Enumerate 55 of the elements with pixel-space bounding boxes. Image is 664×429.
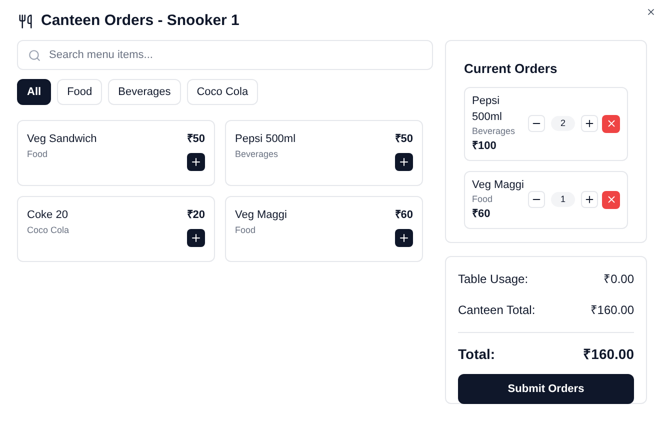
total-value: ₹160.00 xyxy=(583,345,634,364)
item-category: Food xyxy=(235,224,257,236)
close-icon[interactable] xyxy=(646,7,656,17)
decrease-button[interactable] xyxy=(528,115,545,132)
item-price: ₹50 xyxy=(186,132,205,147)
item-name: Veg Sandwich xyxy=(27,132,97,147)
filter-tab[interactable]: All xyxy=(17,79,52,105)
summary-label: Table Usage: xyxy=(458,271,528,288)
plus-icon xyxy=(190,232,202,244)
add-button[interactable] xyxy=(187,228,205,246)
item-name: Veg Maggi xyxy=(235,208,287,223)
close-icon xyxy=(606,194,616,205)
increase-button[interactable] xyxy=(581,191,598,208)
item-price: ₹20 xyxy=(186,208,205,223)
plus-icon xyxy=(584,194,595,205)
order-item-total: ₹60 xyxy=(472,207,492,222)
plus-icon xyxy=(190,156,202,168)
add-button[interactable] xyxy=(187,152,205,170)
filter-tab[interactable]: Beverages xyxy=(108,79,181,105)
submit-button[interactable]: Submit Orders xyxy=(458,374,634,404)
item-category: Coco Cola xyxy=(27,224,70,236)
dialog-title: Canteen Orders - Snooker 1 xyxy=(41,11,240,32)
close-icon xyxy=(606,118,616,129)
utensils-icon xyxy=(18,14,33,29)
summary-value: ₹160.00 xyxy=(590,302,634,319)
item-category: Food xyxy=(27,148,49,160)
quantity-badge: 1 xyxy=(551,192,575,207)
item-price: ₹60 xyxy=(394,208,413,223)
plus-icon xyxy=(398,156,410,168)
summary-value: ₹0.00 xyxy=(604,271,634,288)
order-item-name: Veg Maggi xyxy=(472,178,524,192)
filter-tab[interactable]: Coco Cola xyxy=(186,79,258,105)
remove-button[interactable] xyxy=(602,114,620,132)
plus-icon xyxy=(584,118,595,129)
remove-button[interactable] xyxy=(602,190,620,208)
add-button[interactable] xyxy=(395,228,413,246)
item-name: Pepsi 500ml xyxy=(235,132,296,147)
item-name: Coke 20 xyxy=(27,208,69,223)
order-item-name: Pepsi 500ml xyxy=(472,94,503,124)
search-field[interactable]: Search menu items... xyxy=(17,40,433,70)
order-item-total: ₹100 xyxy=(472,139,498,154)
item-category: Beverages xyxy=(235,148,280,161)
order-item-category: Food xyxy=(472,192,494,206)
item-price: ₹50 xyxy=(394,132,413,147)
total-label: Total: xyxy=(458,345,496,364)
panel-title: Current Orders xyxy=(464,60,558,78)
increase-button[interactable] xyxy=(581,115,598,132)
decrease-button[interactable] xyxy=(528,191,545,208)
quantity-badge: 2 xyxy=(551,116,575,131)
filter-tab[interactable]: Food xyxy=(57,79,102,105)
add-button[interactable] xyxy=(395,152,413,170)
search-icon xyxy=(28,49,41,62)
order-item-category: Beverages xyxy=(472,124,516,138)
plus-icon xyxy=(398,232,410,244)
summary-label: Canteen Total: xyxy=(458,302,536,319)
